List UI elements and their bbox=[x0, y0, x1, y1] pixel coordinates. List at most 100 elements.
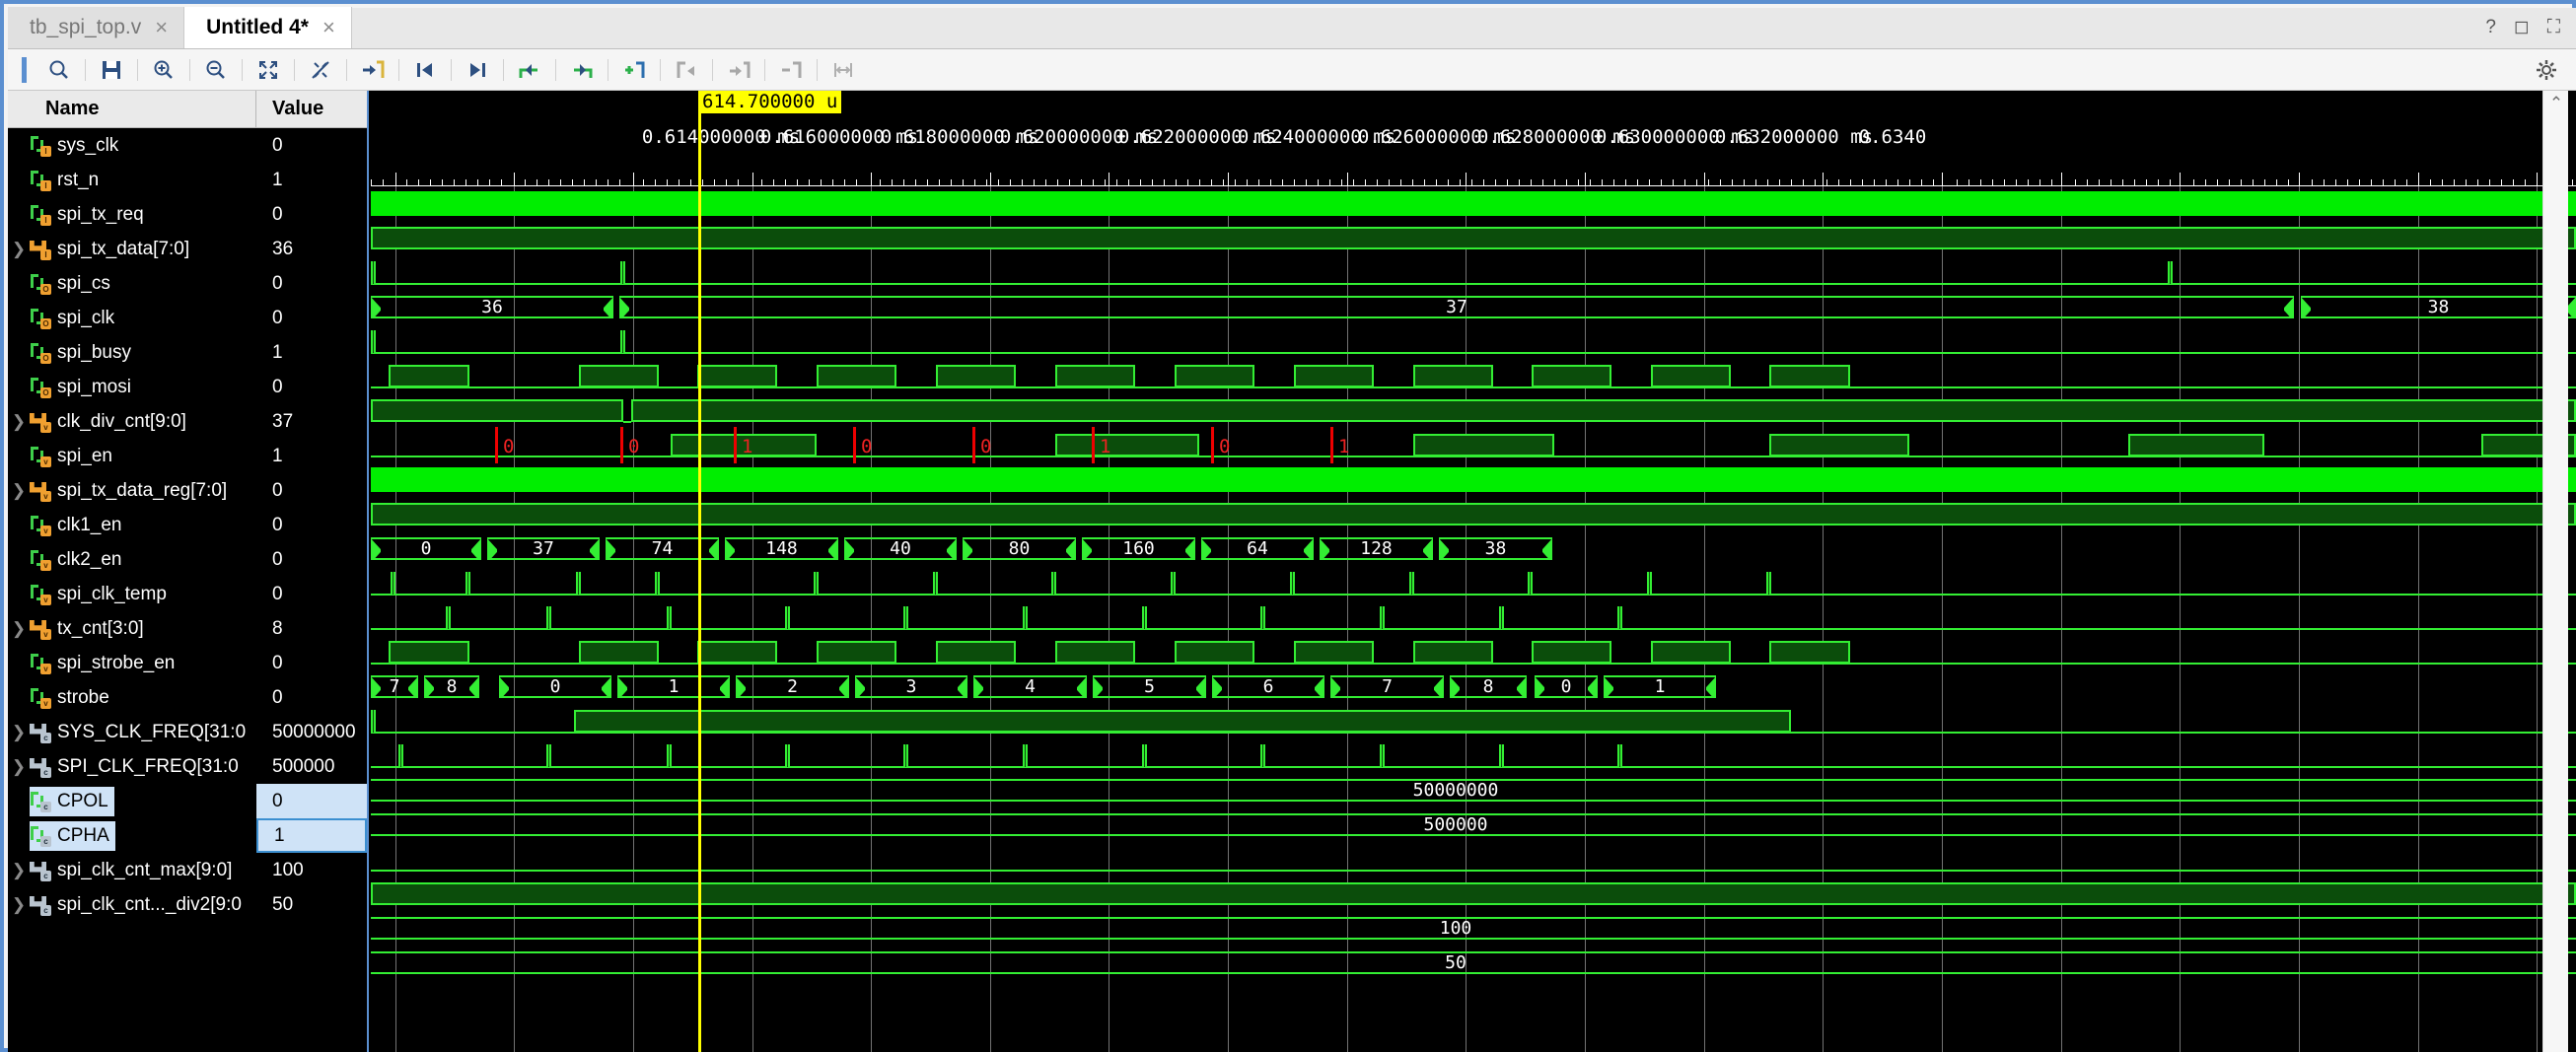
signal-row[interactable]: ❯cCPOL0 bbox=[8, 784, 367, 818]
waveform-trace[interactable] bbox=[371, 393, 2576, 428]
waveform-trace[interactable] bbox=[371, 738, 2576, 773]
signal-name-cell[interactable]: ❯vspi_strobe_en bbox=[8, 646, 256, 680]
signal-name-cell[interactable]: ❯Ospi_busy bbox=[8, 335, 256, 370]
remove-marker-icon[interactable] bbox=[774, 55, 808, 85]
signal-row[interactable]: ❯vspi_clk_temp0 bbox=[8, 577, 367, 611]
signal-name-cell[interactable]: ❯vclk1_en bbox=[8, 508, 256, 542]
tab-untitled-4[interactable]: Untitled 4* × bbox=[184, 7, 352, 48]
signal-row[interactable]: ❯Ispi_tx_req0 bbox=[8, 197, 367, 232]
signal-name-cell[interactable]: ❯ c spi_clk_cnt..._div2[9:0 bbox=[8, 887, 256, 922]
signal-row[interactable]: ❯ c SPI_CLK_FREQ[31:0 500000 bbox=[8, 749, 367, 784]
signal-value-cell[interactable]: 0 bbox=[256, 473, 367, 508]
waveform-trace[interactable]: 0 0 1 0 0 1 0 1 bbox=[371, 427, 2576, 463]
close-icon[interactable]: × bbox=[322, 17, 335, 38]
signal-value-cell[interactable]: 0 bbox=[256, 128, 367, 163]
waveform-trace[interactable] bbox=[371, 255, 2576, 290]
waveform-trace[interactable] bbox=[371, 324, 2576, 359]
signal-value-cell[interactable]: 100 bbox=[256, 853, 367, 887]
waveform-trace[interactable] bbox=[371, 842, 2576, 877]
waveform-pane[interactable]: 614.700000 u 0.614000000 ms 0.616000000 m… bbox=[371, 91, 2576, 1052]
signal-row[interactable]: ❯Ospi_clk0 bbox=[8, 301, 367, 335]
signal-row[interactable]: ❯Irst_n1 bbox=[8, 163, 367, 197]
waveform-trace[interactable] bbox=[371, 566, 2576, 600]
waveform-trace[interactable]: 7801234567801 bbox=[371, 669, 2576, 704]
signal-name-cell[interactable]: ❯Ospi_mosi bbox=[8, 370, 256, 404]
signal-name-cell[interactable]: ❯cCPHA bbox=[8, 818, 256, 853]
zoom-in-icon[interactable] bbox=[147, 55, 180, 85]
add-marker-icon[interactable] bbox=[617, 55, 651, 85]
signal-value-cell[interactable]: 1 bbox=[256, 818, 367, 853]
save-icon[interactable] bbox=[95, 55, 128, 85]
chevron-right-icon[interactable]: ❯ bbox=[8, 412, 30, 432]
signal-name-cell[interactable]: ❯vspi_clk_temp bbox=[8, 577, 256, 611]
signal-name-cell[interactable]: ❯Ospi_cs bbox=[8, 266, 256, 301]
waveform-trace[interactable]: 50000000 bbox=[371, 773, 2576, 807]
signal-row[interactable]: ❯cCPHA1 bbox=[8, 818, 367, 853]
signal-name-cell[interactable]: ❯Isys_clk bbox=[8, 128, 256, 163]
chevron-right-icon[interactable]: ❯ bbox=[8, 723, 30, 742]
previous-marker-icon[interactable] bbox=[513, 55, 546, 85]
signal-row[interactable]: ❯vspi_en1 bbox=[8, 439, 367, 473]
signal-value-cell[interactable]: 0 bbox=[256, 508, 367, 542]
gear-icon[interactable] bbox=[2535, 58, 2558, 87]
marker-left-icon[interactable] bbox=[670, 55, 703, 85]
chevron-right-icon[interactable]: ❯ bbox=[8, 895, 30, 915]
signal-name-cell[interactable]: ❯vstrobe bbox=[8, 680, 256, 715]
signal-value-cell[interactable]: 0 bbox=[256, 301, 367, 335]
signal-name-cell[interactable]: ❯ v tx_cnt[3:0] bbox=[8, 611, 256, 646]
signal-name-cell[interactable]: ❯ v clk_div_cnt[9:0] bbox=[8, 404, 256, 439]
signal-value-cell[interactable]: 36 bbox=[256, 232, 367, 266]
marker-right-icon[interactable] bbox=[722, 55, 755, 85]
signal-name-cell[interactable]: ❯vclk2_en bbox=[8, 542, 256, 577]
waveform-trace[interactable] bbox=[371, 221, 2576, 255]
waveform-trace[interactable] bbox=[371, 877, 2576, 911]
chevron-up-icon[interactable]: ⌃ bbox=[2543, 91, 2569, 116]
waveform-trace[interactable] bbox=[371, 186, 2576, 221]
waveform-trace[interactable]: 500000 bbox=[371, 807, 2576, 842]
signal-row[interactable]: ❯ v tx_cnt[3:0] 8 bbox=[8, 611, 367, 646]
waveform-trace[interactable] bbox=[371, 635, 2576, 669]
signal-value-cell[interactable]: 0 bbox=[256, 197, 367, 232]
signal-row[interactable]: ❯vclk1_en0 bbox=[8, 508, 367, 542]
signal-value-cell[interactable]: 0 bbox=[256, 542, 367, 577]
close-icon[interactable]: × bbox=[155, 17, 168, 38]
zoom-out-icon[interactable] bbox=[199, 55, 233, 85]
measure-icon[interactable] bbox=[826, 55, 860, 85]
signal-value-cell[interactable]: 8 bbox=[256, 611, 367, 646]
help-icon[interactable]: ? bbox=[2485, 18, 2496, 36]
waveform-trace[interactable]: 0 37 74 148 40 80 160 64 128 38 bbox=[371, 531, 2576, 566]
signal-row[interactable]: ❯Ospi_mosi0 bbox=[8, 370, 367, 404]
signal-name-cell[interactable]: ❯Irst_n bbox=[8, 163, 256, 197]
main-cursor[interactable] bbox=[698, 91, 701, 1052]
signal-name-cell[interactable]: ❯ Ispi_tx_data[7:0] bbox=[8, 232, 256, 266]
signal-value-cell[interactable]: 1 bbox=[256, 163, 367, 197]
signal-row[interactable]: ❯Ospi_busy1 bbox=[8, 335, 367, 370]
chevron-right-icon[interactable]: ❯ bbox=[8, 861, 30, 880]
time-ruler[interactable]: 614.700000 u 0.614000000 ms 0.616000000 m… bbox=[371, 91, 2576, 186]
signal-row[interactable]: ❯ c SYS_CLK_FREQ[31:0 50000000 bbox=[8, 715, 367, 749]
column-header-value[interactable]: Value bbox=[256, 91, 367, 127]
waveform-trace[interactable] bbox=[371, 462, 2576, 497]
signal-value-cell[interactable]: 0 bbox=[256, 266, 367, 301]
signal-value-cell[interactable]: 0 bbox=[256, 370, 367, 404]
signal-value-cell[interactable]: 0 bbox=[256, 646, 367, 680]
signal-row[interactable]: ❯ v spi_tx_data_reg[7:0] 0 bbox=[8, 473, 367, 508]
signal-value-cell[interactable]: 500000 bbox=[256, 749, 367, 784]
maximize-icon[interactable]: ◻ bbox=[2514, 18, 2530, 36]
signal-name-cell[interactable]: ❯ c SYS_CLK_FREQ[31:0 bbox=[8, 715, 256, 749]
search-icon[interactable] bbox=[42, 55, 76, 85]
tab-tb-spi-top[interactable]: tb_spi_top.v × bbox=[8, 7, 185, 48]
float-icon[interactable]: ⛶ bbox=[2547, 18, 2560, 36]
signal-row[interactable]: ❯vstrobe0 bbox=[8, 680, 367, 715]
signal-value-cell[interactable]: 50 bbox=[256, 887, 367, 922]
vertical-scrollbar[interactable]: ⌃ bbox=[2542, 91, 2568, 1052]
signal-row[interactable]: ❯ c spi_clk_cnt_max[9:0] 100 bbox=[8, 853, 367, 887]
waveform-trace[interactable] bbox=[371, 600, 2576, 635]
signal-value-cell[interactable]: 0 bbox=[256, 784, 367, 818]
column-header-name[interactable]: Name bbox=[8, 91, 256, 127]
previous-transition-icon[interactable] bbox=[408, 55, 442, 85]
signal-row[interactable]: ❯vspi_strobe_en0 bbox=[8, 646, 367, 680]
goto-cursor-icon[interactable] bbox=[356, 55, 390, 85]
signal-value-cell[interactable]: 37 bbox=[256, 404, 367, 439]
signal-name-cell[interactable]: ❯Ispi_tx_req bbox=[8, 197, 256, 232]
